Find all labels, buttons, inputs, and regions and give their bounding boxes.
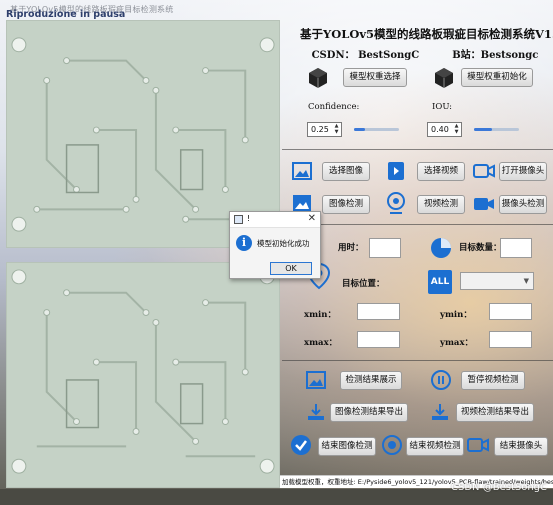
divider <box>282 224 553 225</box>
time-field <box>369 238 401 258</box>
close-icon[interactable]: ✕ <box>308 213 316 224</box>
xmin-field <box>357 303 400 320</box>
image-icon <box>292 162 312 180</box>
confidence-value: 0.25 <box>311 125 329 134</box>
confidence-slider-fill <box>354 128 366 131</box>
confidence-slider[interactable] <box>354 128 399 131</box>
iou-slider[interactable] <box>474 128 519 131</box>
camera-off-icon <box>467 438 489 452</box>
divider <box>282 360 553 361</box>
author-line: CSDN： BestSongC B站：Bestsongc <box>300 46 550 61</box>
open-camera-button[interactable]: 打开摄像头 <box>499 162 547 181</box>
watermark: CSDN @BestSongC <box>451 482 547 493</box>
end-image-button[interactable]: 结束图像检测 <box>318 437 376 456</box>
confidence-spinbox[interactable]: 0.25 ▲ ▼ <box>307 122 342 137</box>
export-icon <box>308 404 324 420</box>
pcb-image-result <box>7 263 279 487</box>
picture-icon <box>306 371 326 389</box>
ymin-label: ymin： <box>440 310 472 320</box>
camera-detect-icon <box>474 198 494 210</box>
ymax-label: ymax： <box>440 338 474 348</box>
iou-label: IOU: <box>432 102 453 112</box>
export-icon <box>432 404 448 420</box>
pause-icon <box>431 370 451 390</box>
init-model-button[interactable]: 模型权重初始化 <box>461 68 533 87</box>
check-circle-icon <box>291 435 311 455</box>
app-window-icon <box>234 215 243 224</box>
count-field <box>500 238 532 258</box>
ymin-field <box>489 303 532 320</box>
detect-video-button[interactable]: 视频检测 <box>417 195 465 214</box>
ymax-field <box>489 331 532 348</box>
pause-video-button[interactable]: 暂停视频检测 <box>461 371 525 390</box>
ok-button[interactable]: OK <box>270 262 312 275</box>
confidence-label: Confidence: <box>308 102 360 112</box>
xmax-label: xmax： <box>304 338 338 348</box>
info-icon: i <box>236 235 252 251</box>
iou-spinbox[interactable]: 0.40 ▲ ▼ <box>427 122 462 137</box>
main-window: 基于YOLOv5模型的线路板瑕疵目标检测系统 Riproduzione in p… <box>0 0 553 505</box>
select-model-button[interactable]: 模型权重选择 <box>343 68 407 87</box>
message-dialog: ! ✕ i 模型初始化成功 OK <box>229 211 321 279</box>
select-image-button[interactable]: 选择图像 <box>322 162 370 181</box>
video-file-icon <box>388 162 404 180</box>
iou-slider-fill <box>474 128 492 131</box>
position-label: 目标位置： <box>342 279 385 289</box>
camera-icon <box>473 164 495 178</box>
titlebar: 基于YOLOv5模型的线路板瑕疵目标检测系统 Riproduzione in p… <box>0 0 553 22</box>
target-select[interactable]: ▼ <box>460 272 534 290</box>
spin-arrows-icon[interactable]: ▲ ▼ <box>453 123 460 136</box>
count-label: 目标数量： <box>459 243 502 253</box>
dialog-titlebar: ! ✕ <box>230 212 320 228</box>
result-image-panel <box>6 262 280 488</box>
detect-camera-button[interactable]: 摄像头检测 <box>499 195 547 214</box>
export-video-button[interactable]: 视频检测结果导出 <box>456 403 534 422</box>
stop-circle-icon <box>382 435 402 455</box>
cube-icon <box>309 68 327 88</box>
chevron-down-icon: ▼ <box>523 277 529 285</box>
all-icon: ALL <box>428 270 452 294</box>
app-title: 基于YOLOv5模型的线路板瑕疵目标检测系统V1.0 <box>300 27 553 41</box>
end-video-button[interactable]: 结束视频检测 <box>406 437 464 456</box>
image-detect-icon <box>293 195 311 211</box>
dialog-title: ! <box>247 214 251 223</box>
show-results-button[interactable]: 检测结果展示 <box>340 371 402 390</box>
time-label: 用时： <box>338 243 364 253</box>
pie-chart-icon <box>431 238 451 258</box>
export-image-button[interactable]: 图像检测结果导出 <box>330 403 408 422</box>
spin-arrows-icon[interactable]: ▲ ▼ <box>333 123 340 136</box>
dialog-message: 模型初始化成功 <box>257 239 310 248</box>
csdn-label: CSDN： BestSongC <box>311 50 420 61</box>
xmax-field <box>357 331 400 348</box>
divider <box>282 149 553 150</box>
detect-image-button[interactable]: 图像检测 <box>322 195 370 214</box>
webcam-icon <box>387 192 405 214</box>
select-video-button[interactable]: 选择视频 <box>417 162 465 181</box>
cube-icon <box>435 68 453 88</box>
xmin-label: xmin： <box>304 310 336 320</box>
iou-value: 0.40 <box>431 125 449 134</box>
recording-paused-label: Riproduzione in pausa <box>6 9 126 20</box>
end-camera-button[interactable]: 结束摄像头 <box>494 437 548 456</box>
bilibili-label: B站：Bestsongc <box>452 50 539 61</box>
